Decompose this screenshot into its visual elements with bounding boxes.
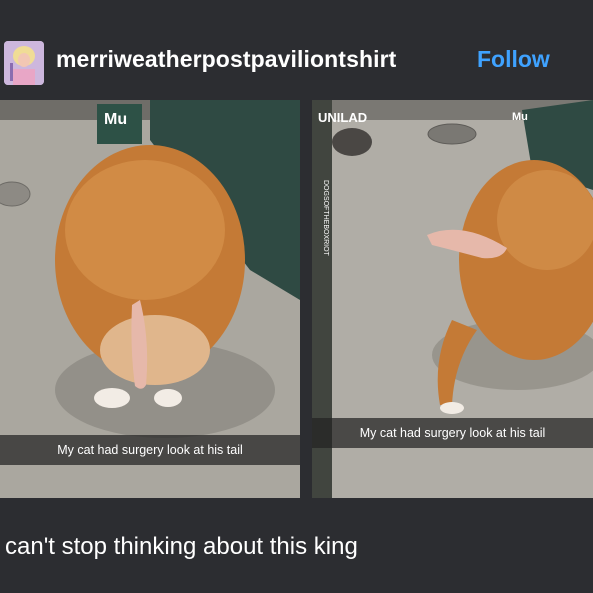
image-overlay-text: Mu — [104, 111, 127, 128]
follow-button[interactable]: Follow — [477, 46, 550, 73]
post-image-1[interactable]: Mu My cat had surgery look at his tail — [0, 100, 300, 498]
post-body-text: can't stop thinking about this king — [5, 533, 358, 560]
image-caption: My cat had surgery look at his tail — [312, 418, 593, 448]
username[interactable]: merriweatherpostpaviliontshirt — [56, 46, 396, 73]
post-image-2[interactable]: UNILAD Mu DOGSOFTHEBOXRIOT My cat had su… — [312, 100, 593, 498]
image-caption: My cat had surgery look at his tail — [0, 435, 300, 465]
side-watermark: DOGSOFTHEBOXRIOT — [322, 180, 329, 257]
image-overlay-text: Mu — [512, 111, 528, 123]
avatar[interactable] — [4, 41, 44, 85]
watermark: UNILAD — [318, 110, 367, 125]
post-header: merriweatherpostpaviliontshirt Follow — [0, 0, 593, 96]
